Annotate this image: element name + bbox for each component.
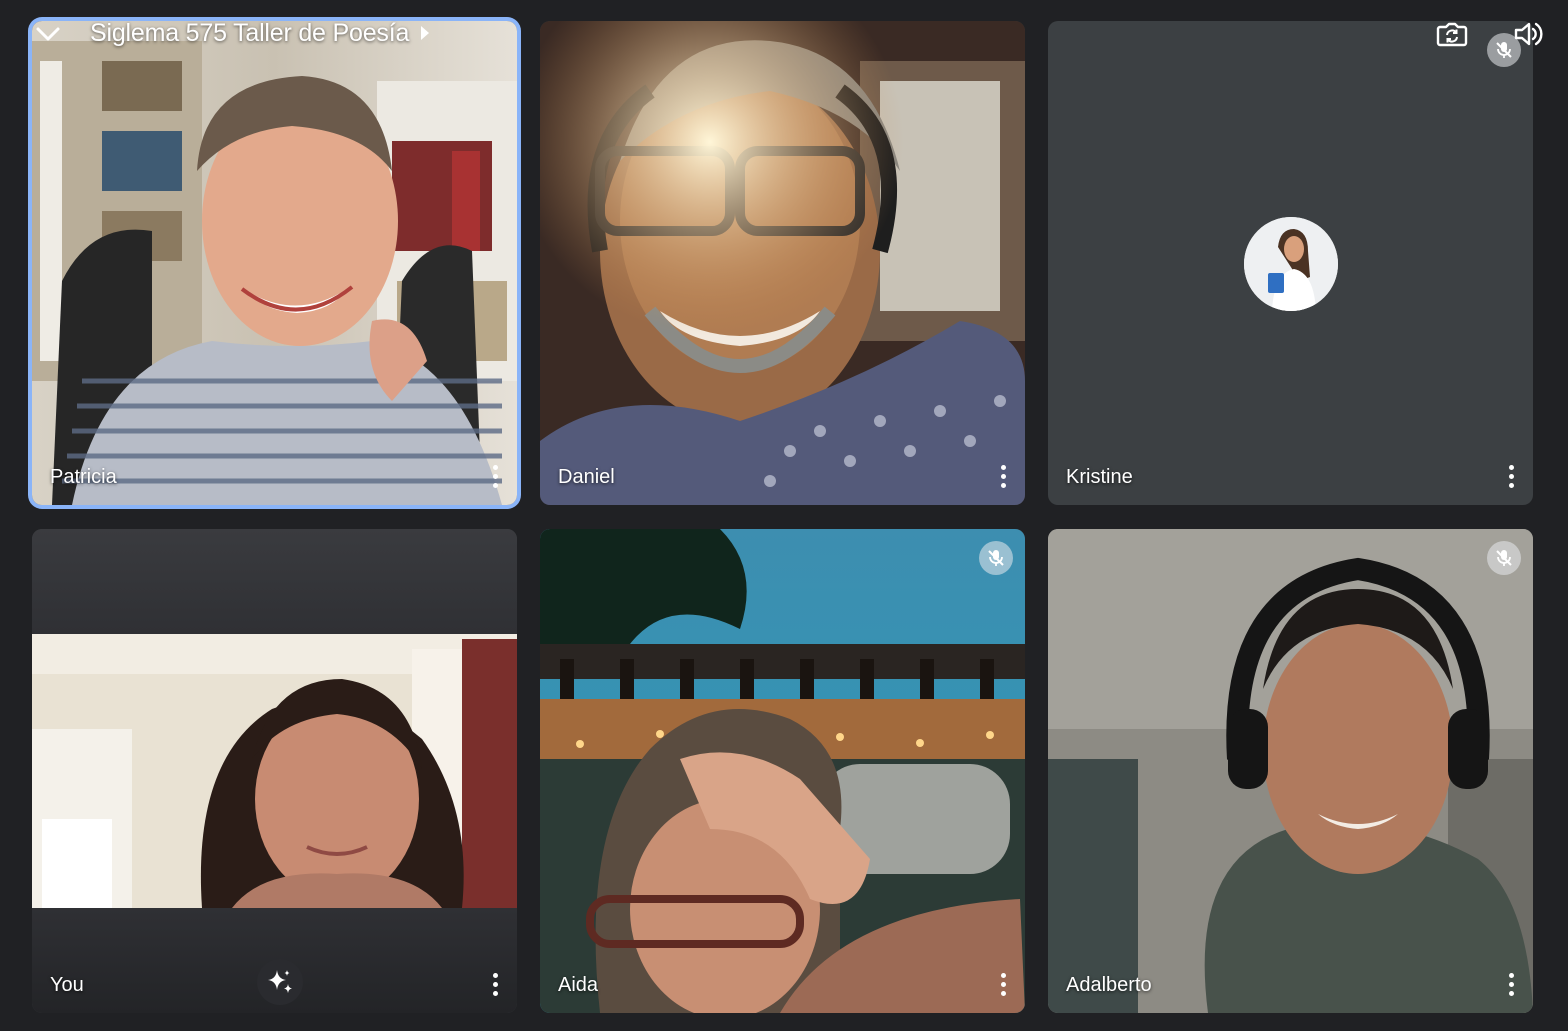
participant-tile-aida[interactable]: Aida (540, 529, 1025, 1013)
video-feed-you (32, 529, 517, 1013)
top-bar: Siglema 575 Taller de Poesía (0, 0, 1568, 66)
avatar (1243, 217, 1338, 311)
video-feed-adalberto (1048, 529, 1533, 1013)
speaker-volume-icon[interactable] (1510, 16, 1546, 52)
video-feed-aida (540, 529, 1025, 1013)
more-options-icon[interactable] (1499, 459, 1523, 493)
more-options-icon[interactable] (483, 459, 507, 493)
more-options-icon[interactable] (991, 459, 1015, 493)
caret-right-icon (421, 26, 430, 40)
participant-name: Adalberto (1066, 974, 1152, 996)
participant-name: Patricia (50, 466, 117, 488)
participant-tile-kristine[interactable]: Kristine (1048, 21, 1533, 505)
participant-tile-adalberto[interactable]: Adalberto (1048, 529, 1533, 1013)
video-feed-daniel (540, 21, 1025, 505)
participant-name: Daniel (558, 466, 615, 488)
video-feed-patricia (32, 21, 517, 505)
sparkle-effects-icon[interactable] (257, 959, 303, 1005)
meeting-stage: Siglema 575 Taller de Poesía Patricia Da… (0, 0, 1568, 1031)
participant-name: Kristine (1066, 466, 1133, 488)
more-options-icon[interactable] (991, 967, 1015, 1001)
participant-tile-daniel[interactable]: Daniel (540, 21, 1025, 505)
participant-tile-patricia[interactable]: Patricia (32, 21, 517, 505)
chevron-down-icon[interactable] (30, 18, 66, 50)
camera-switch-icon[interactable] (1434, 16, 1470, 52)
mic-off-icon (1487, 541, 1521, 575)
participant-tile-you[interactable]: You (32, 529, 517, 1013)
more-options-icon[interactable] (1499, 967, 1523, 1001)
meeting-title-text: Siglema 575 Taller de Poesía (90, 19, 410, 47)
more-options-icon[interactable] (483, 967, 507, 1001)
participant-name: You (50, 974, 84, 996)
participant-name: Aida (558, 974, 599, 996)
mic-off-icon (979, 541, 1013, 575)
meeting-title[interactable]: Siglema 575 Taller de Poesía (90, 17, 430, 49)
